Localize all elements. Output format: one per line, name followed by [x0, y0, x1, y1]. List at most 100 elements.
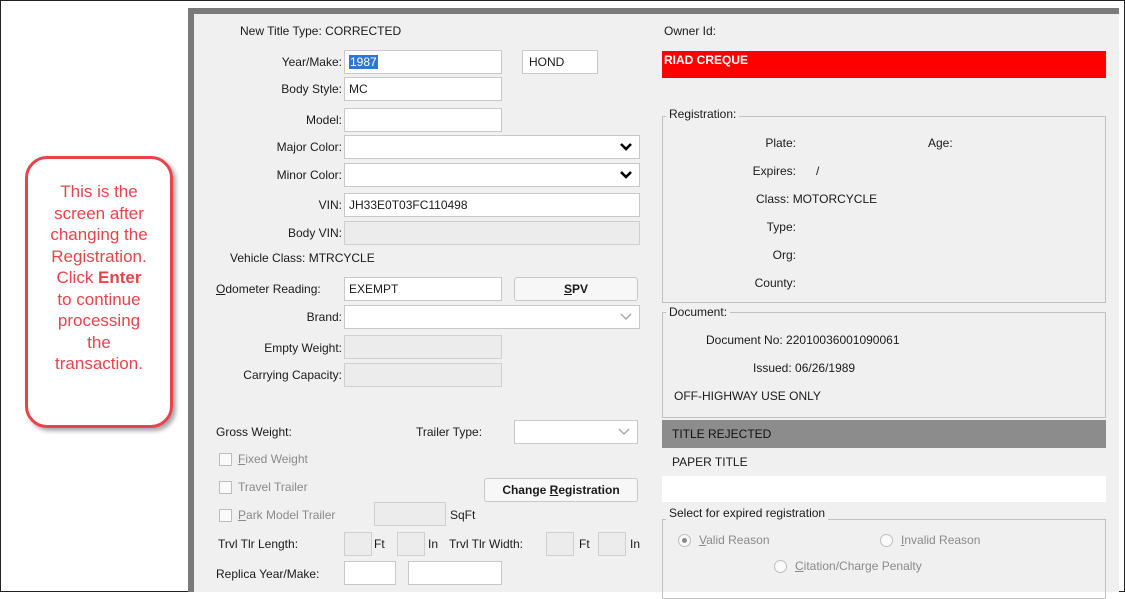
county-label: County:	[754, 276, 796, 290]
vin-label: VIN:	[318, 198, 342, 212]
body-style-input[interactable]: MC	[344, 77, 502, 101]
model-label: Model:	[305, 113, 342, 127]
chevron-down-icon	[620, 171, 632, 179]
title-application-window: New Title Type: CORRECTED Year/Make: 198…	[188, 8, 1119, 599]
chevron-down-icon	[620, 143, 632, 151]
change-registration-button[interactable]: Change Registration	[484, 478, 638, 502]
valid-reason-radio[interactable]	[678, 534, 691, 547]
expires-value: /	[816, 164, 820, 178]
citation-charge-penalty-radio[interactable]	[774, 560, 787, 573]
change-registration-text: Change	[502, 483, 550, 497]
park-model-mnemonic: P	[238, 508, 247, 522]
callout-line: screen after	[54, 203, 144, 223]
owner-name-bar: RIAD CREQUE	[662, 51, 1106, 78]
vehicle-class-value: MTRCYCLE	[308, 251, 375, 265]
chevron-down-icon	[620, 313, 632, 320]
callout-line: to continue	[57, 289, 141, 309]
width-inches-input[interactable]	[598, 532, 626, 556]
make-input[interactable]: HOND	[522, 50, 598, 74]
park-model-trailer-label: Park Model Trailer	[238, 508, 335, 522]
callout-line: transaction.	[55, 354, 143, 373]
fixed-weight-text: ixed Weight	[245, 452, 308, 466]
carrying-capacity-label: Carrying Capacity:	[243, 368, 342, 382]
feet-label: Ft	[579, 537, 590, 551]
expires-label: Expires:	[752, 164, 796, 178]
year-value: 1987	[349, 55, 378, 69]
inches-label: In	[630, 537, 641, 551]
status-list-item-selected[interactable]: TITLE REJECTED	[662, 420, 1106, 448]
minor-color-dropdown[interactable]	[344, 163, 640, 187]
class-value: MOTORCYCLE	[792, 192, 878, 206]
callout-line: Click Enter	[28, 267, 170, 289]
travel-trailer-checkbox[interactable]	[219, 481, 232, 494]
status-list-item[interactable]: PAPER TITLE	[662, 448, 1106, 476]
invalid-reason-label: Invalid Reason	[901, 533, 980, 547]
callout-text: Click	[56, 268, 99, 287]
document-number-value: 22010036001090061	[786, 333, 900, 347]
gross-weight-label: Gross Weight:	[216, 425, 292, 439]
replica-year-make-label: Replica Year/Make:	[216, 567, 320, 581]
vehicle-class-label: Vehicle Class:	[230, 251, 306, 265]
year-input[interactable]: 1987	[344, 50, 502, 74]
registration-group-title: Registration:	[666, 107, 740, 121]
brand-label: Brand:	[306, 310, 342, 324]
callout-enter-key: Enter	[98, 268, 142, 287]
change-registration-text-rest: egistration	[558, 483, 620, 497]
vehicle-class: Vehicle Class: MTRCYCLE	[230, 251, 375, 265]
type-label: Type:	[766, 220, 796, 234]
major-color-dropdown[interactable]	[344, 135, 640, 159]
callout-line: changing the	[50, 225, 148, 244]
fixed-weight-checkbox[interactable]	[219, 453, 232, 466]
window-left-border	[188, 8, 194, 592]
callout-line: the	[87, 332, 111, 352]
spv-button[interactable]: SPV	[514, 277, 638, 301]
document-number-label: Document No:	[706, 333, 783, 347]
replica-make-input[interactable]	[408, 561, 502, 585]
trailer-type-dropdown[interactable]	[514, 420, 638, 444]
travel-trailer-width-label: Trvl Tlr Width:	[449, 537, 523, 551]
sqft-label: SqFt	[450, 508, 476, 522]
callout-line: Registration.	[51, 246, 147, 266]
class-label: Class:	[756, 192, 790, 206]
body-vin-label: Body VIN:	[287, 226, 342, 240]
length-feet-input[interactable]	[344, 532, 372, 556]
park-model-text: ark Model Trailer	[246, 508, 336, 522]
chevron-down-icon	[618, 428, 630, 435]
trailer-type-label: Trailer Type:	[416, 425, 483, 439]
document-number-row: Document No: 22010036001090061	[706, 333, 900, 347]
sqft-input[interactable]	[374, 502, 446, 526]
window-top-border	[188, 8, 1119, 14]
model-input[interactable]	[344, 108, 502, 132]
empty-weight-label: Empty Weight:	[264, 341, 342, 355]
issued-row: Issued: 06/26/1989	[753, 361, 855, 375]
vin-input[interactable]: JH33E0T03FC110498	[344, 193, 640, 217]
callout-line: processing	[57, 311, 141, 330]
travel-trailer-label: Travel Trailer	[238, 480, 308, 494]
carrying-capacity-input[interactable]	[344, 363, 502, 387]
empty-weight-input[interactable]	[344, 335, 502, 359]
org-label: Org:	[772, 248, 796, 262]
class-row: Class: MOTORCYCLE	[756, 192, 877, 206]
citation-mnemonic: C	[795, 559, 804, 573]
minor-color-label: Minor Color:	[276, 168, 342, 182]
age-label: Age:	[928, 136, 953, 150]
citation-text: itation/Charge Penalty	[803, 559, 922, 573]
issued-value: 06/26/1989	[795, 361, 856, 375]
invalid-reason-radio[interactable]	[880, 534, 893, 547]
fixed-weight-label: Fixed Weight	[238, 452, 308, 466]
spv-label: PV	[572, 282, 589, 296]
feet-label: Ft	[374, 537, 385, 551]
odometer-label: Odometer Reading:	[216, 282, 321, 296]
replica-year-input[interactable]	[344, 561, 396, 585]
odometer-input[interactable]: EXEMPT	[344, 277, 502, 301]
year-make-label: Year/Make:	[281, 55, 342, 69]
plate-label: Plate:	[765, 136, 796, 150]
width-feet-input[interactable]	[546, 532, 574, 556]
document-group-title: Document:	[666, 305, 731, 319]
major-color-label: Major Color:	[276, 140, 342, 154]
invalid-reason-text: nvalid Reason	[904, 533, 981, 547]
body-vin-input[interactable]	[344, 221, 640, 245]
brand-dropdown[interactable]	[344, 305, 640, 329]
park-model-trailer-checkbox[interactable]	[219, 509, 232, 522]
length-inches-input[interactable]	[397, 532, 425, 556]
